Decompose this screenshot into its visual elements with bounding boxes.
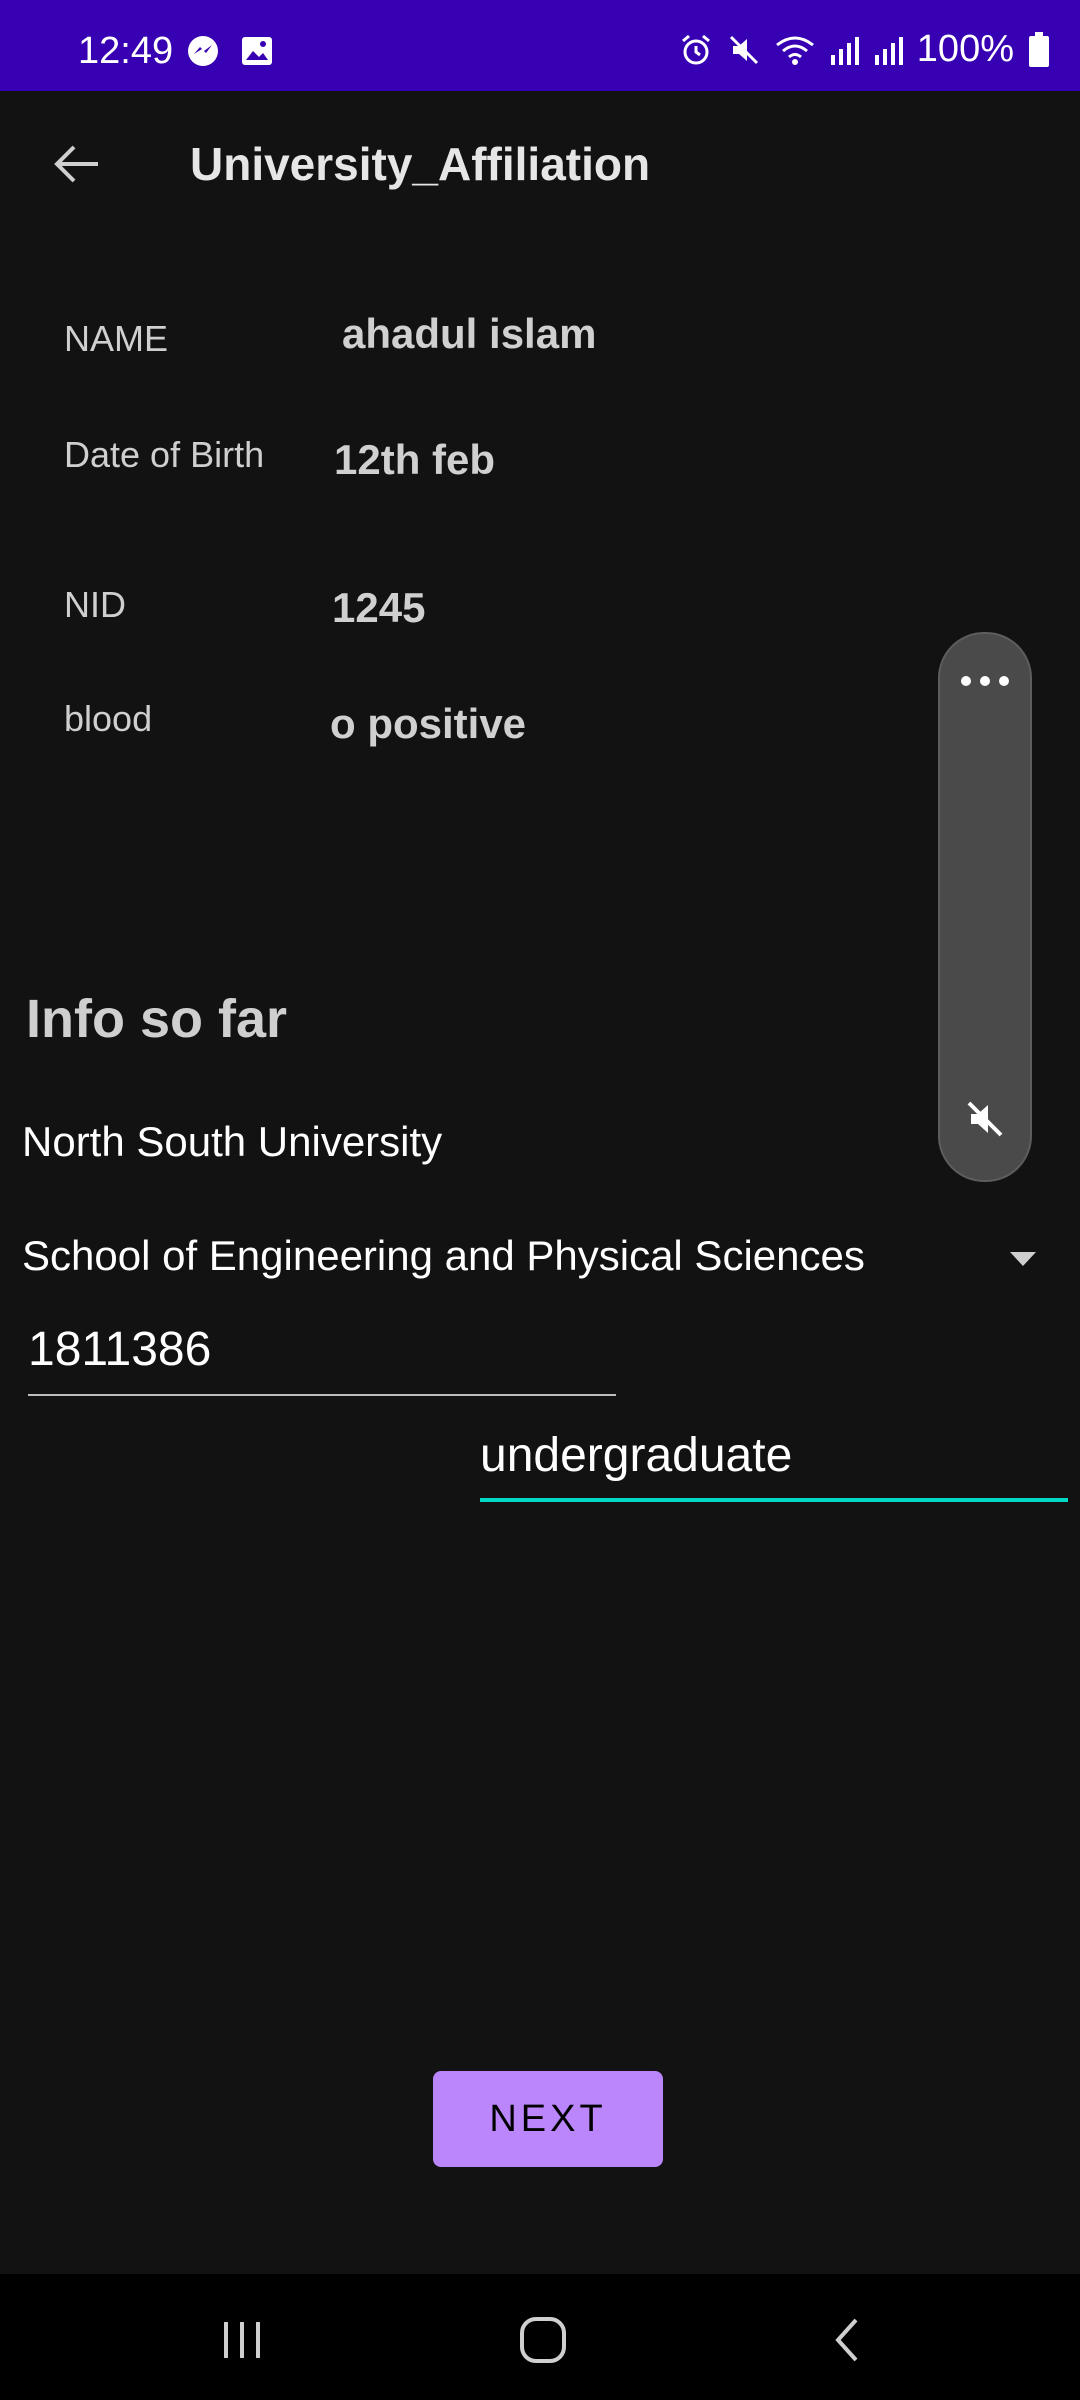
image-icon [240,34,274,68]
student-id-field[interactable] [28,1322,616,1396]
student-id-input[interactable] [28,1322,616,1377]
battery-icon [1028,31,1050,68]
volume-panel[interactable] [938,632,1032,1182]
status-bar: 12:49 100% [0,0,1080,91]
back-nav-button[interactable] [818,2312,878,2372]
section-title: Info so far [26,989,288,1049]
battery-text: 100% [916,28,1014,70]
name-label: NAME [64,318,169,359]
name-value: ahadul islam [342,310,597,357]
next-button[interactable]: NEXT [433,2071,663,2167]
back-nav-icon [828,2316,868,2369]
back-button[interactable] [42,131,112,201]
level-input[interactable] [480,1428,1068,1483]
level-field[interactable] [480,1428,1068,1502]
signal-icon [829,33,859,67]
navigation-bar [0,2274,1080,2400]
page-title: University_Affiliation [190,138,651,190]
arrow-back-icon [52,142,102,191]
nid-label: NID [64,584,126,625]
app-bar: University_Affiliation [0,91,1080,241]
recent-apps-button[interactable] [212,2312,272,2372]
blood-label: blood [64,698,153,739]
blood-value: o positive [330,700,527,747]
messenger-icon [186,34,220,68]
nid-value: 1245 [332,584,426,631]
university-text: North South University [22,1118,443,1165]
school-selected: School of Engineering and Physical Scien… [22,1232,865,1279]
alarm-icon [679,33,713,67]
wifi-icon [775,33,815,67]
dob-value: 12th feb [334,436,496,483]
status-right: 100% [679,28,1050,71]
status-time: 12:49 [78,30,174,72]
status-left-icons [186,34,274,68]
dob-label: Date of Birth [64,434,265,475]
home-icon [518,2315,568,2370]
mute-icon[interactable] [965,1099,1005,1144]
home-button[interactable] [513,2312,573,2372]
more-options-icon[interactable] [959,674,1011,693]
mute-icon [727,33,761,67]
school-dropdown[interactable]: School of Engineering and Physical Scien… [22,1232,1062,1292]
signal-icon [873,33,903,67]
recent-apps-icon [220,2318,264,2367]
dropdown-arrow-icon [1008,1250,1038,1273]
